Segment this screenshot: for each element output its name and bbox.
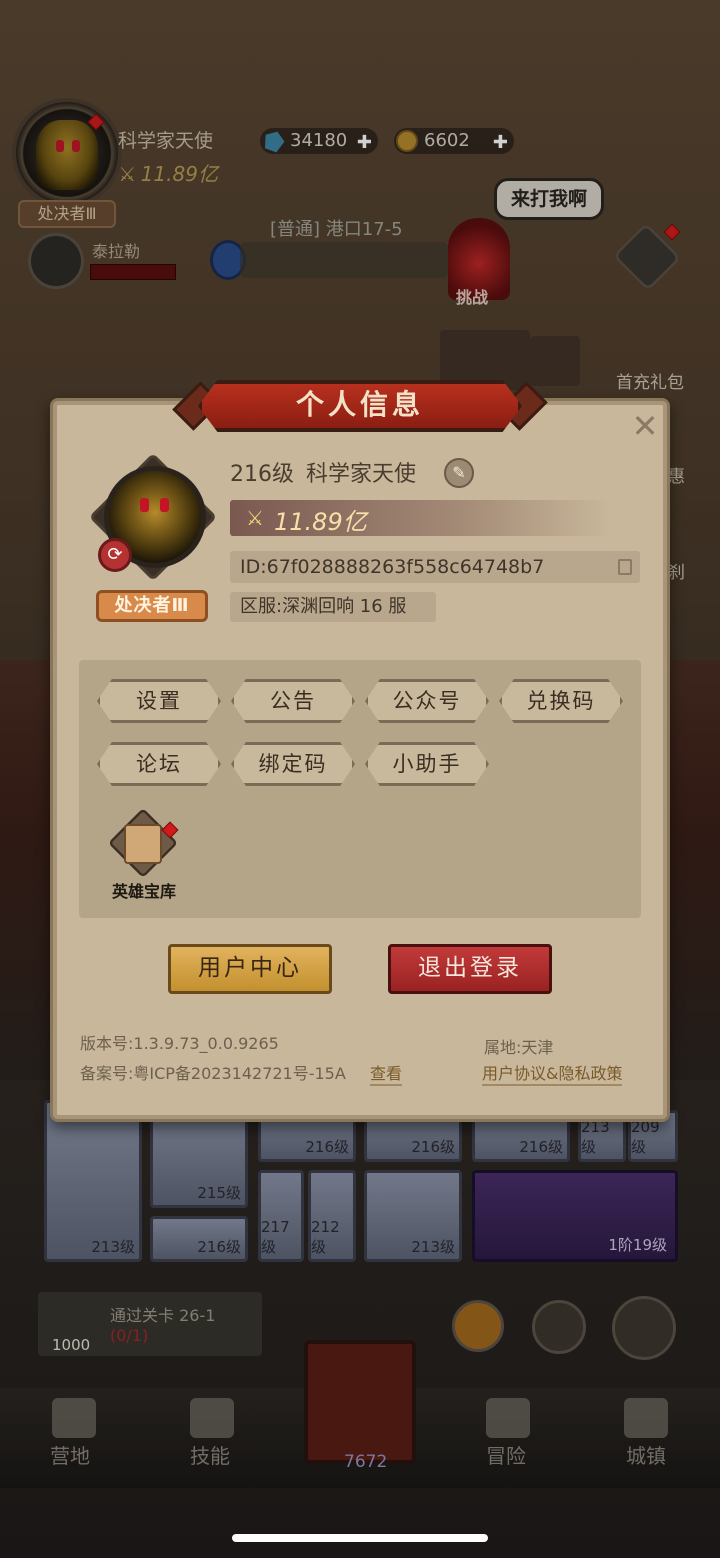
- vault-label: 英雄宝库: [111, 882, 176, 901]
- map-scroll-icon: [124, 824, 162, 864]
- settings-button[interactable]: 设置: [97, 679, 221, 723]
- policy-link[interactable]: 用户协议&隐私政策: [482, 1060, 623, 1086]
- player-level: 216级: [230, 462, 294, 487]
- edit-name-icon[interactable]: ✎: [444, 458, 474, 488]
- official-account-button[interactable]: 公众号: [365, 679, 489, 723]
- announcement-button[interactable]: 公告: [231, 679, 355, 723]
- version-text: 版本号:1.3.9.73_0.0.9265: [80, 1034, 279, 1053]
- player-id: ID:67f028888263f558c64748b7: [240, 556, 545, 578]
- assistant-button[interactable]: 小助手: [365, 742, 489, 786]
- hero-vault-button[interactable]: 英雄宝库: [102, 807, 186, 902]
- forum-button[interactable]: 论坛: [97, 742, 221, 786]
- dialog-title: 个人信息: [198, 380, 522, 432]
- swap-avatar-icon[interactable]: ⟳: [98, 538, 132, 572]
- bind-code-button[interactable]: 绑定码: [231, 742, 355, 786]
- player-level-name: 216级 科学家天使: [230, 456, 428, 488]
- home-indicator[interactable]: [232, 1534, 488, 1542]
- avatar-eye: [140, 498, 149, 512]
- crossed-swords-icon: ⚔: [246, 506, 264, 530]
- copy-icon[interactable]: [618, 559, 632, 575]
- logout-button[interactable]: 退出登录: [388, 944, 552, 994]
- avatar-eye: [160, 498, 169, 512]
- icp-view-link[interactable]: 查看: [370, 1060, 403, 1086]
- server-row: 区服:深渊回响 16 服: [230, 592, 436, 622]
- player-name: 科学家天使: [306, 462, 417, 487]
- icp-text: 备案号:粤ICP备2023142721号-15A: [80, 1064, 346, 1083]
- rank-badge: 处决者Ⅲ: [96, 590, 208, 622]
- user-center-button[interactable]: 用户中心: [168, 944, 332, 994]
- power-value: 11.89亿: [274, 508, 367, 536]
- player-id-row[interactable]: ID:67f028888263f558c64748b7: [230, 551, 640, 583]
- close-icon[interactable]: ✕: [630, 410, 660, 442]
- redeem-code-button[interactable]: 兑换码: [499, 679, 623, 723]
- region-text: 属地:天津: [484, 1038, 554, 1057]
